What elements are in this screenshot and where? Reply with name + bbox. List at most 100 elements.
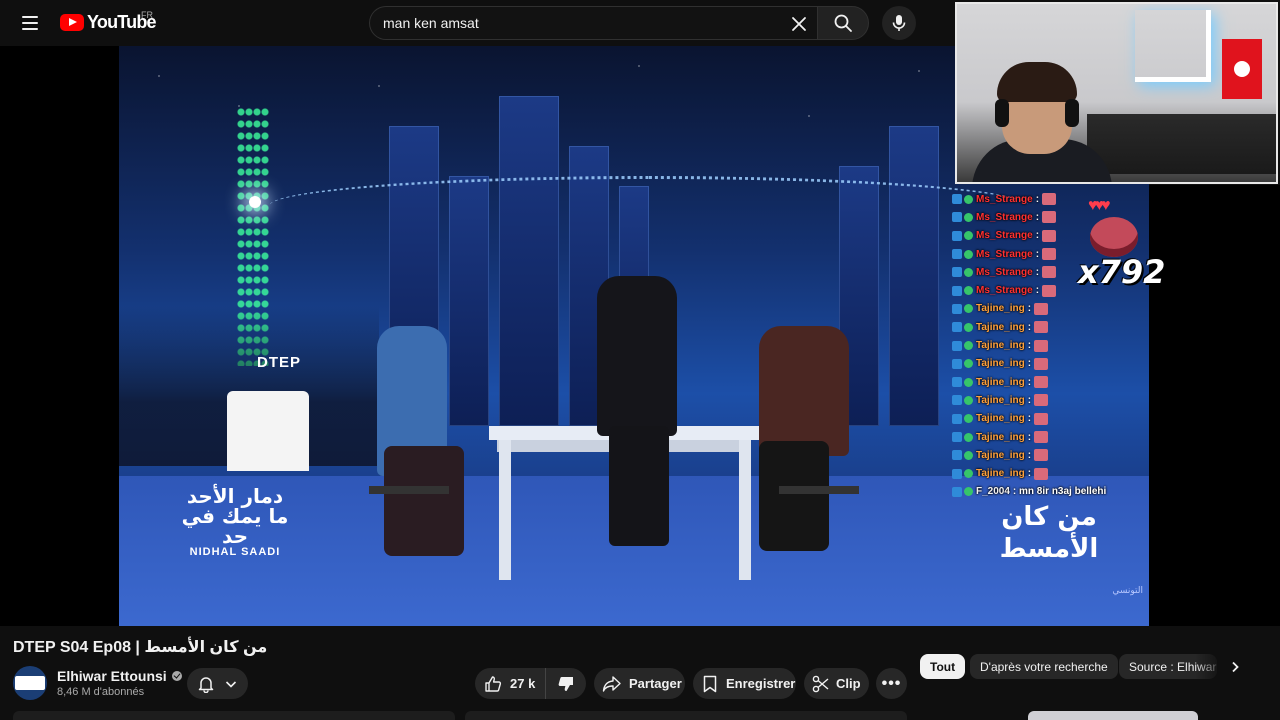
- clip-label: Clip: [836, 676, 861, 691]
- chip-all[interactable]: Tout: [920, 654, 966, 679]
- verified-icon: [171, 671, 182, 681]
- share-label: Partager: [629, 676, 682, 691]
- chat-text: :: [1035, 211, 1040, 223]
- badge-icon: [952, 377, 962, 388]
- emote-icon: [1034, 302, 1049, 315]
- badge-icon: [964, 487, 973, 497]
- chat-username: Ms_Strange: [976, 285, 1033, 297]
- menu-icon[interactable]: [14, 9, 46, 37]
- chat-username: Tajine_ing: [976, 303, 1025, 315]
- host: [597, 276, 677, 436]
- dislike-icon: [558, 676, 574, 691]
- badge-icon: [964, 212, 973, 222]
- chat-username: Ms_Strange: [976, 193, 1033, 205]
- search-input[interactable]: man ken amsat: [369, 6, 817, 40]
- badge-icon: [964, 267, 973, 277]
- like-dislike-group: 27 k: [475, 668, 586, 699]
- mic-icon: [892, 15, 906, 31]
- chat-username: Tajine_ing: [976, 376, 1025, 388]
- save-button[interactable]: Enregistrer: [693, 668, 796, 699]
- more-icon[interactable]: •••: [876, 668, 907, 699]
- chat-username: Ms_Strange: [976, 248, 1033, 260]
- chat-message: F_2004: mn 8ir n3aj bellehi: [952, 483, 1152, 501]
- chevron-down-icon: [225, 680, 236, 688]
- chat-message: Tajine_ing:: [952, 336, 1152, 354]
- save-icon: [703, 675, 717, 692]
- table-leg: [739, 440, 751, 580]
- chat-text: :: [1035, 285, 1040, 297]
- badge-icon: [964, 414, 973, 424]
- emote-icon: [1034, 412, 1049, 425]
- clear-icon[interactable]: [785, 10, 813, 38]
- bell-icon: [199, 676, 214, 693]
- emote-icon: [1034, 339, 1049, 352]
- emote-combo: ♥♥♥ x792: [1078, 175, 1165, 291]
- save-label: Enregistrer: [726, 676, 796, 691]
- badge-icon: [964, 249, 973, 259]
- chat-message: Tajine_ing:: [952, 446, 1152, 464]
- chair: [779, 486, 859, 494]
- clip-icon: [812, 675, 829, 692]
- badge-icon: [952, 249, 962, 260]
- chat-text: :: [1027, 449, 1032, 461]
- chat-message: Tajine_ing:: [952, 355, 1152, 373]
- chat-username: Tajine_ing: [976, 358, 1025, 370]
- emote-icon: [1034, 321, 1049, 334]
- streamer-hair: [997, 62, 1077, 102]
- search-query[interactable]: man ken amsat: [383, 15, 479, 31]
- episode-title-overlay: من كان الأمسط: [999, 502, 1099, 564]
- show-watermark-left: دمار الأحد ما يمك في حد: [181, 484, 289, 548]
- chat-text: :: [1027, 358, 1032, 370]
- like-icon: [485, 675, 502, 692]
- badge-icon: [952, 230, 962, 241]
- skyscraper: [499, 96, 559, 426]
- chat-text: :: [1027, 376, 1032, 388]
- badge-icon: [952, 340, 962, 351]
- chat-username: Ms_Strange: [976, 266, 1033, 278]
- badge-icon: [952, 212, 962, 223]
- emote-icon: [1042, 211, 1057, 224]
- chat-username: Tajine_ing: [976, 449, 1025, 461]
- chevron-right-icon[interactable]: [1222, 654, 1248, 679]
- channel-name-text[interactable]: Elhiwar Ettounsi: [57, 668, 167, 684]
- recommendation-thumbnail-peek[interactable]: [1028, 711, 1198, 720]
- host-legs: [609, 426, 669, 546]
- badge-icon: [952, 358, 962, 369]
- notification-button[interactable]: [187, 668, 248, 699]
- subscriber-count: 8,46 M d'abonnés: [57, 686, 145, 698]
- headphone-icon: [1065, 99, 1079, 127]
- youtube-logo-icon: [60, 14, 84, 31]
- chat-text: : mn 8ir n3aj bellehi: [1012, 486, 1107, 498]
- skyscraper: [889, 126, 939, 426]
- chat-text: :: [1035, 248, 1040, 260]
- channel-avatar[interactable]: [13, 666, 47, 700]
- chip-related-search[interactable]: D'après votre recherche: [970, 654, 1118, 679]
- badge-icon: [964, 450, 973, 460]
- table-leg: [499, 440, 511, 580]
- chat-text: :: [1035, 230, 1040, 242]
- comment-box-peek: [13, 711, 455, 720]
- like-button[interactable]: 27 k: [475, 668, 547, 699]
- badge-icon: [964, 359, 973, 369]
- badge-icon: [952, 486, 962, 497]
- spotlight: [249, 196, 261, 208]
- dislike-button[interactable]: [546, 668, 586, 699]
- search-button[interactable]: [817, 6, 869, 40]
- chat-message: Tajine_ing:: [952, 410, 1152, 428]
- voice-search-button[interactable]: [882, 6, 916, 40]
- headphone-icon: [995, 99, 1009, 127]
- contestant-right: [759, 326, 849, 456]
- badge-icon: [964, 286, 973, 296]
- chat-username: Ms_Strange: [976, 211, 1033, 223]
- share-icon: [602, 675, 621, 692]
- emote-icon: [1034, 449, 1049, 462]
- chat-username: Ms_Strange: [976, 230, 1033, 242]
- channel-name[interactable]: Elhiwar Ettounsi: [57, 668, 182, 684]
- share-button[interactable]: Partager: [594, 668, 685, 699]
- badge-icon: [964, 377, 973, 387]
- clip-button[interactable]: Clip: [804, 668, 869, 699]
- chat-text: :: [1027, 413, 1032, 425]
- chat-message: Tajine_ing:: [952, 373, 1152, 391]
- badge-icon: [952, 285, 962, 296]
- chat-username: Tajine_ing: [976, 321, 1025, 333]
